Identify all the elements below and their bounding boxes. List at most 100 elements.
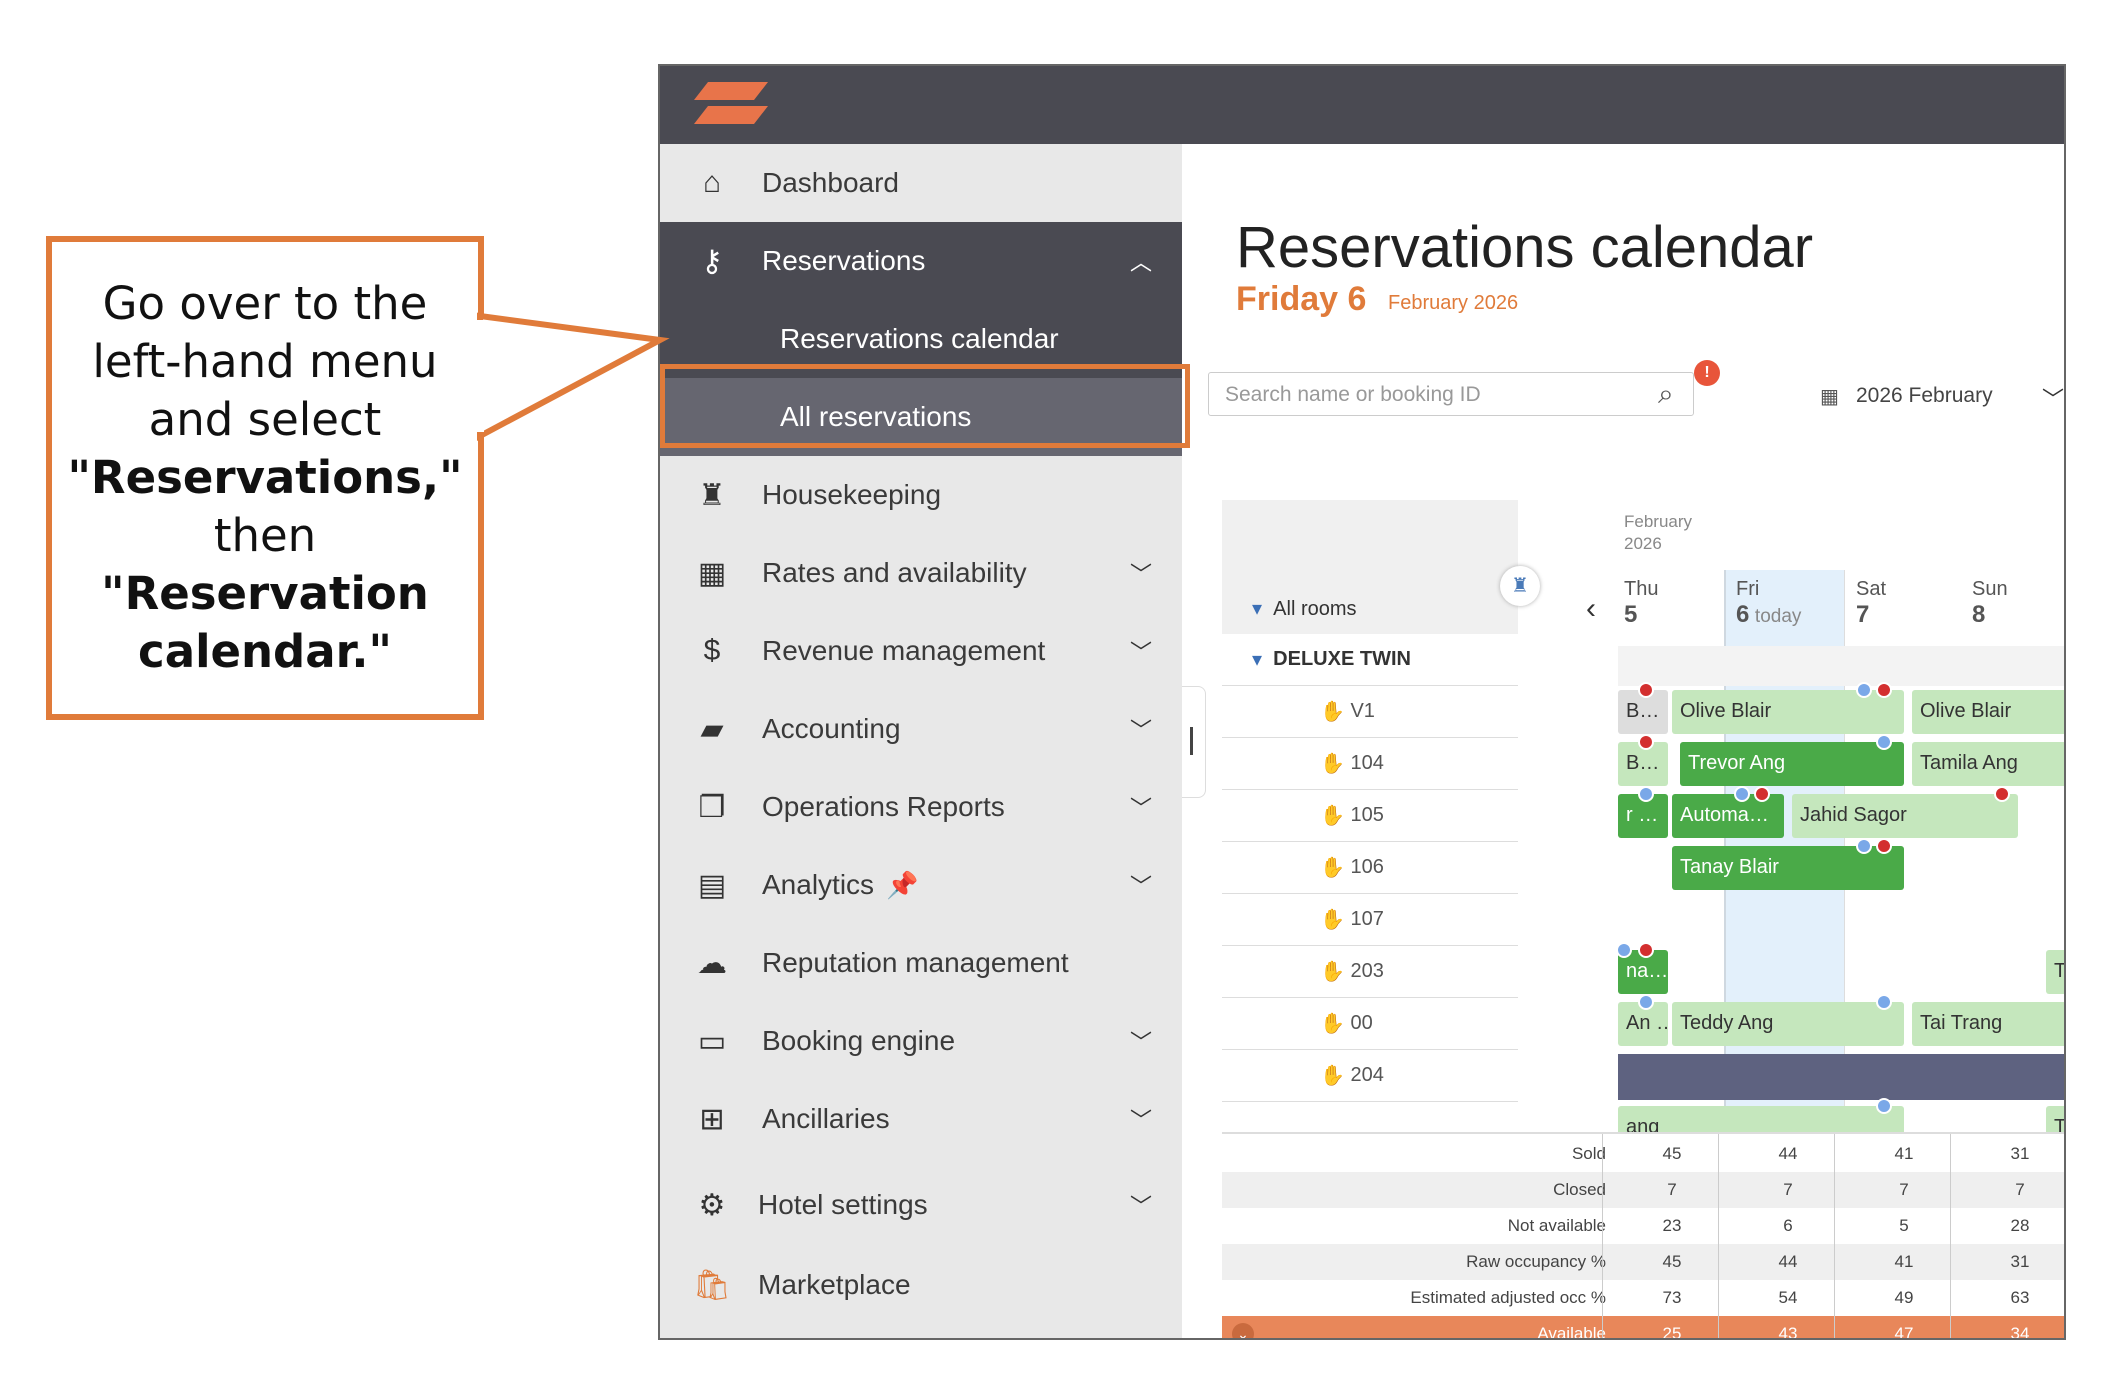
day-number: 7 (1856, 601, 1870, 628)
stats-divider (1718, 1134, 1719, 1338)
home-icon: ⌂ (702, 166, 722, 199)
hand-icon: ✋ (1320, 753, 1345, 775)
collapse-icon[interactable]: ⌄ (1232, 1323, 1254, 1338)
notification-badge: ! (1694, 360, 1720, 386)
instruction-callout: Go over to the left-hand menu and select… (46, 236, 484, 720)
room-row[interactable]: ✋ 105 (1222, 790, 1518, 842)
day-of-week: Thu (1624, 578, 1659, 600)
room-number: 104 (1350, 752, 1384, 774)
housekeeping-icon: ♜ (698, 478, 726, 512)
sidebar-item-accounting[interactable]: ▰ Accounting ﹀ (660, 690, 1182, 768)
booking-bar[interactable]: Tai Trang (1912, 1002, 2064, 1046)
day-header-sat[interactable]: Sat 7 (1856, 578, 1886, 629)
booking-bar[interactable]: Olive Blair (1672, 690, 1904, 734)
stats-row: Raw occupancy % 45 44 41 31 (1222, 1244, 2064, 1280)
sidebar-item-housekeeping[interactable]: ♜ Housekeeping (660, 456, 1182, 534)
stats-value: 54 (1778, 1288, 1798, 1307)
room-row[interactable]: ✋ V1 (1222, 686, 1518, 738)
room-row[interactable]: ✋ 204 (1222, 1050, 1518, 1102)
today-label: today (1754, 606, 1802, 627)
sidebar-item-label: Reservations calendar (780, 323, 1059, 354)
chevron-down-icon[interactable]: ﹀ (2042, 382, 2064, 414)
stats-label: Raw occupancy % (1466, 1252, 1606, 1271)
blocked-row (1618, 1054, 2064, 1100)
month-picker[interactable]: 2026 February (1856, 384, 1993, 408)
current-month: February 2026 (1388, 292, 1519, 314)
stats-value: 45 (1662, 1144, 1682, 1163)
sidebar-item-operations-reports[interactable]: ❐ Operations Reports ﹀ (660, 768, 1182, 846)
day-header-thu[interactable]: Thu 5 (1624, 578, 1658, 629)
stats-value: 47 (1894, 1324, 1914, 1340)
status-dot (1616, 942, 1632, 958)
sidebar-item-hotel-settings[interactable]: ⚙ Hotel settings ﹀ (660, 1166, 1182, 1244)
status-dot (1876, 734, 1892, 750)
all-rooms-toggle[interactable]: ▾ All rooms (1252, 596, 1357, 621)
search-input[interactable]: Search name or booking ID (1208, 372, 1694, 416)
booking-bar[interactable]: Tamila Ang (1912, 742, 2064, 786)
booking-bar[interactable]: Teddy Ang (1672, 1002, 1904, 1046)
stats-value: 45 (1662, 1252, 1682, 1271)
sidebar-item-rates[interactable]: ▦ Rates and availability ﹀ (660, 534, 1182, 612)
all-rooms-label: All rooms (1273, 598, 1357, 620)
sidebar-item-label: Analytics (762, 869, 875, 900)
calendar-icon: ▦ (697, 556, 727, 590)
chevron-down-icon: ﹀ (1129, 1030, 1152, 1055)
stats-label: Closed (1553, 1180, 1606, 1199)
filter-icon[interactable]: ♜ (1500, 566, 1540, 606)
stats-label: Available (1537, 1324, 1606, 1340)
stats-value: 44 (1778, 1252, 1798, 1271)
search-icon[interactable]: ⌕ (1658, 378, 1674, 411)
sidebar-item-revenue[interactable]: $ Revenue management ﹀ (660, 612, 1182, 690)
sidebar-item-label: Reputation management (762, 947, 1069, 978)
stats-row: Estimated adjusted occ % 73 54 49 63 (1222, 1280, 2064, 1316)
booking-bar[interactable]: Trevor Ang (1680, 742, 1904, 786)
hand-icon: ✋ (1320, 909, 1345, 931)
sidebar-item-marketplace[interactable]: 🛍 Marketplace (660, 1246, 1182, 1324)
status-dot (1876, 838, 1892, 854)
room-row[interactable]: ✋ 104 (1222, 738, 1518, 790)
reports-icon: ❐ (698, 790, 726, 824)
sidebar-item-reservations[interactable]: ⚷ Reservations ︿ (660, 222, 1182, 300)
hand-icon: ✋ (1320, 1013, 1345, 1035)
room-row[interactable]: ✋ 107 (1222, 894, 1518, 946)
pin-icon[interactable]: 📌 (886, 870, 918, 901)
sidebar-item-label: Ancillaries (762, 1103, 890, 1134)
stats-row: Closed 7 7 7 7 (1222, 1172, 2064, 1208)
sidebar-item-dashboard[interactable]: ⌂ Dashboard (660, 144, 1182, 222)
room-number: V1 (1350, 700, 1375, 722)
browser-icon: ▭ (697, 1024, 727, 1058)
room-number: 106 (1350, 856, 1384, 878)
day-of-week: Fri (1736, 578, 1760, 600)
day-header-sun[interactable]: Sun 8 (1972, 578, 2008, 629)
stats-table: Sold 45 44 41 31 Closed 7 7 7 7 Not avai… (1222, 1132, 2064, 1340)
status-dot (1638, 942, 1654, 958)
booking-bar[interactable]: Olive Blair (1912, 690, 2064, 734)
header-band (1618, 646, 2064, 686)
prev-arrow-icon[interactable]: ‹ (1586, 592, 1596, 626)
month-label-2: 2026 (1624, 534, 1662, 553)
booking-bar[interactable]: Tanay Blair (1672, 846, 1904, 890)
status-dot (1994, 786, 2010, 802)
booking-bar[interactable]: Jahid Sagor (1792, 794, 2018, 838)
callout-pointer (470, 312, 670, 441)
booking-bar[interactable]: Automa… (1672, 794, 1784, 838)
sidebar-item-booking-engine[interactable]: ▭ Booking engine ﹀ (660, 1002, 1182, 1080)
booking-bar[interactable]: Ta (2046, 950, 2064, 994)
room-type-row[interactable]: ▾ DELUXE TWIN (1222, 634, 1518, 686)
room-row[interactable]: ✋ 203 (1222, 946, 1518, 998)
day-header-fri[interactable]: Fri 6 today (1736, 578, 1801, 629)
sidebar-item-reputation[interactable]: ☁ Reputation management (660, 924, 1182, 1002)
analytics-icon: ▤ (697, 868, 727, 902)
sidebar-item-label: Rates and availability (762, 557, 1027, 588)
sidebar-item-analytics[interactable]: ▤ Analytics 📌 ﹀ (660, 846, 1182, 924)
sidebar-item-label: Operations Reports (762, 791, 1005, 822)
room-row[interactable]: ✋ 00 (1222, 998, 1518, 1050)
room-row[interactable]: ✋ 106 (1222, 842, 1518, 894)
hand-icon: ✋ (1320, 701, 1345, 723)
sidebar-collapse-handle[interactable] (1182, 686, 1206, 798)
sidebar-item-ancillaries[interactable]: ⊞ Ancillaries ﹀ (660, 1080, 1182, 1158)
stats-value: 44 (1778, 1144, 1798, 1163)
status-dot (1638, 994, 1654, 1010)
chat-icon: ☁ (697, 946, 727, 980)
calendar-icon: ▦ (1820, 386, 1839, 408)
